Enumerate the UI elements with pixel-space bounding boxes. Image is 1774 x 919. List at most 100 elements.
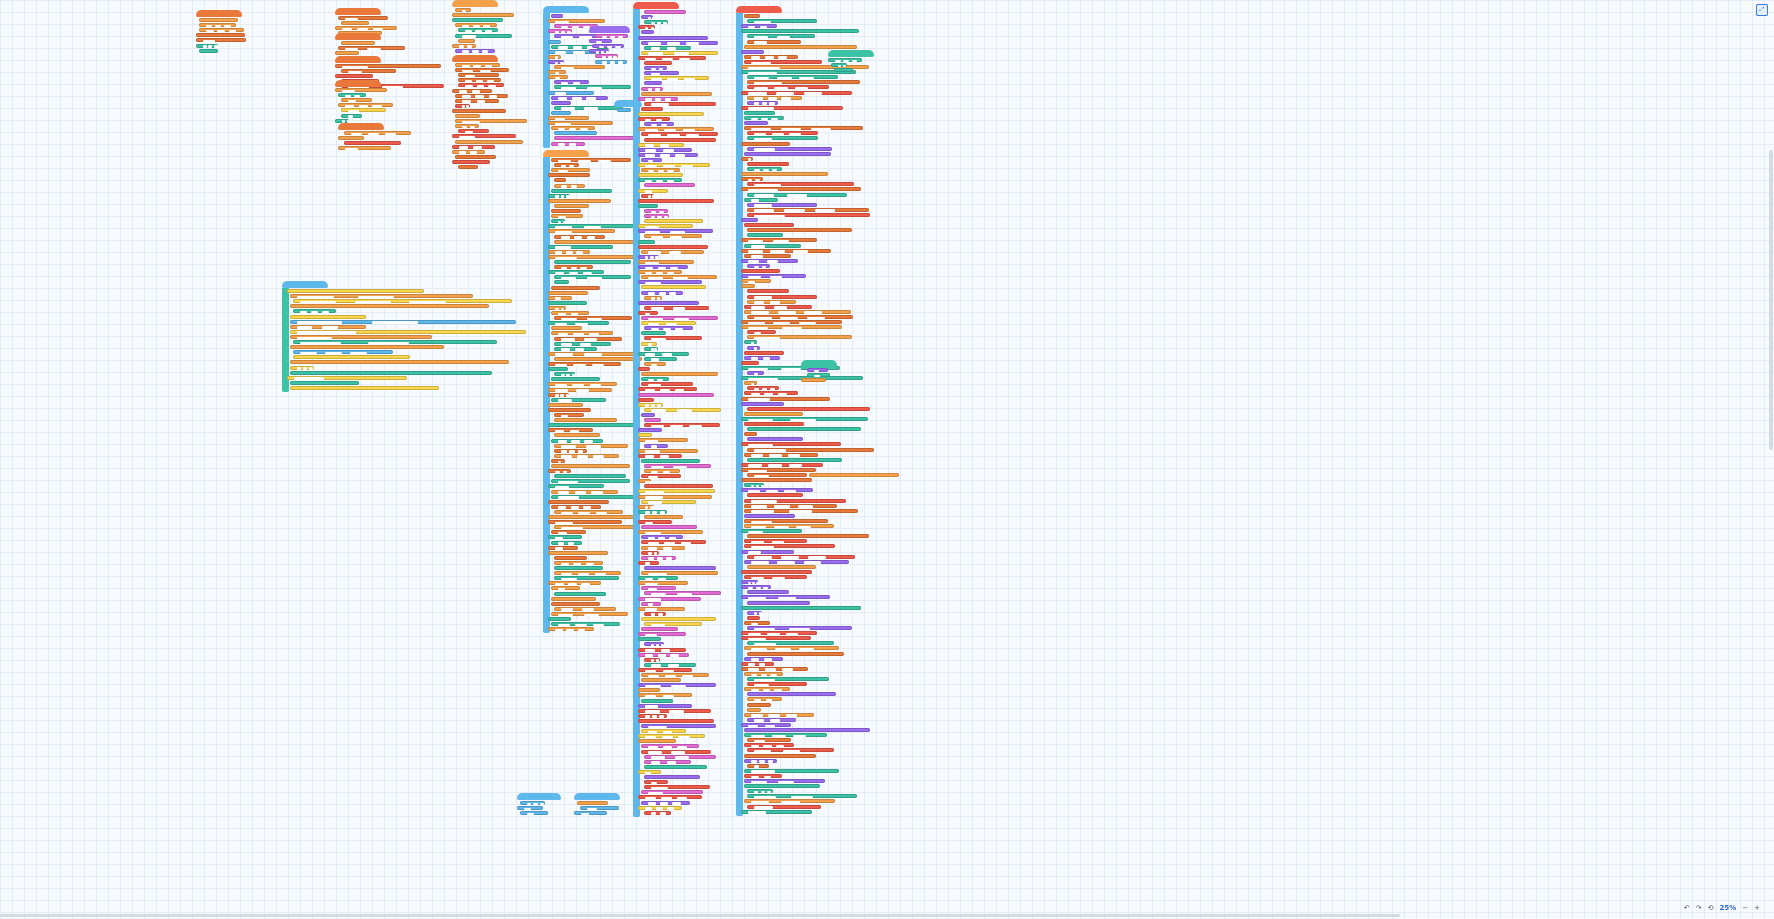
code-block[interactable] <box>551 214 583 219</box>
event-hat-block[interactable] <box>633 2 679 9</box>
input-slot[interactable] <box>651 215 656 219</box>
code-block[interactable] <box>741 105 844 111</box>
code-block[interactable] <box>644 780 669 785</box>
input-slot[interactable] <box>583 107 598 111</box>
input-slot[interactable] <box>762 387 768 391</box>
input-slot[interactable] <box>654 98 662 101</box>
input-slot[interactable] <box>755 484 760 488</box>
code-block[interactable] <box>747 233 783 238</box>
code-block[interactable] <box>554 443 629 448</box>
code-block[interactable] <box>747 131 818 136</box>
input-slot[interactable] <box>666 47 677 50</box>
code-block[interactable] <box>290 304 489 309</box>
code-block[interactable] <box>741 49 764 54</box>
input-slot[interactable] <box>754 449 786 452</box>
input-slot[interactable] <box>648 572 668 576</box>
code-block[interactable] <box>638 652 689 657</box>
input-slot[interactable] <box>558 220 561 224</box>
input-slot[interactable] <box>751 393 760 396</box>
code-block[interactable] <box>554 566 604 570</box>
input-slot[interactable] <box>651 659 655 662</box>
input-slot[interactable] <box>570 506 579 510</box>
code-block[interactable] <box>741 661 774 666</box>
input-slot[interactable] <box>651 480 655 484</box>
input-slot[interactable] <box>770 387 776 391</box>
input-slot[interactable] <box>615 45 621 49</box>
code-block[interactable] <box>741 416 868 422</box>
input-slot[interactable] <box>788 627 810 631</box>
code-block[interactable] <box>554 336 622 341</box>
input-slot[interactable] <box>294 377 324 380</box>
input-slot[interactable] <box>302 367 307 370</box>
input-slot[interactable] <box>472 90 481 93</box>
input-slot[interactable] <box>555 363 568 367</box>
input-slot[interactable] <box>648 751 662 754</box>
input-slot[interactable] <box>372 104 382 108</box>
input-slot[interactable] <box>596 50 600 54</box>
code-block[interactable] <box>644 71 680 76</box>
input-slot[interactable] <box>799 76 815 80</box>
code-block[interactable] <box>338 93 366 98</box>
code-block[interactable] <box>196 38 246 43</box>
code-block[interactable] <box>548 224 635 229</box>
input-slot[interactable] <box>764 724 775 728</box>
event-hat-block[interactable] <box>335 8 381 15</box>
code-block[interactable] <box>554 413 584 418</box>
input-slot[interactable] <box>662 470 671 474</box>
code-block[interactable] <box>338 46 405 51</box>
input-slot[interactable] <box>648 88 653 91</box>
code-block[interactable] <box>638 239 656 244</box>
code-block[interactable] <box>641 616 717 621</box>
input-slot[interactable] <box>751 780 768 784</box>
code-block[interactable] <box>554 163 580 168</box>
code-block[interactable] <box>638 520 672 525</box>
code-block[interactable] <box>741 172 829 177</box>
code-block[interactable] <box>589 49 610 54</box>
input-slot[interactable] <box>645 531 662 535</box>
code-block[interactable] <box>638 769 661 775</box>
input-slot[interactable] <box>645 771 651 775</box>
code-block[interactable] <box>548 617 571 621</box>
code-block[interactable] <box>641 724 717 729</box>
input-slot[interactable] <box>572 384 584 387</box>
code-block[interactable] <box>644 423 720 428</box>
code-block[interactable] <box>641 30 654 35</box>
code-block[interactable] <box>744 518 828 524</box>
input-slot[interactable] <box>585 562 594 566</box>
input-slot[interactable] <box>775 744 785 748</box>
input-slot[interactable] <box>645 705 659 708</box>
input-slot[interactable] <box>555 486 570 489</box>
code-block[interactable] <box>747 682 807 687</box>
input-slot[interactable] <box>648 134 661 137</box>
input-slot[interactable] <box>652 195 656 198</box>
code-block[interactable] <box>452 159 490 164</box>
code-block[interactable] <box>741 478 812 483</box>
code-block[interactable] <box>548 545 579 550</box>
code-block[interactable] <box>747 427 861 432</box>
input-slot[interactable] <box>660 154 671 158</box>
input-slot[interactable] <box>766 260 779 264</box>
input-slot[interactable] <box>651 623 666 627</box>
input-slot[interactable] <box>617 61 624 64</box>
input-slot[interactable] <box>648 746 658 749</box>
input-slot[interactable] <box>777 597 796 600</box>
input-slot[interactable] <box>555 384 567 387</box>
code-block[interactable] <box>335 118 350 123</box>
input-slot[interactable] <box>555 92 567 95</box>
input-slot[interactable] <box>796 525 812 529</box>
code-block[interactable] <box>744 687 791 692</box>
input-slot[interactable] <box>658 577 667 581</box>
code-block[interactable] <box>641 50 719 56</box>
input-slot[interactable] <box>560 195 565 198</box>
code-block[interactable] <box>638 606 685 611</box>
input-slot[interactable] <box>785 632 799 636</box>
code-block[interactable] <box>644 657 660 662</box>
code-block[interactable] <box>548 550 609 555</box>
code-block[interactable] <box>455 124 479 129</box>
input-slot[interactable] <box>459 45 464 48</box>
event-hat-block[interactable] <box>452 55 498 62</box>
input-slot[interactable] <box>618 35 624 39</box>
input-slot[interactable] <box>766 632 780 636</box>
input-slot[interactable] <box>476 85 485 88</box>
input-slot[interactable] <box>663 327 672 331</box>
